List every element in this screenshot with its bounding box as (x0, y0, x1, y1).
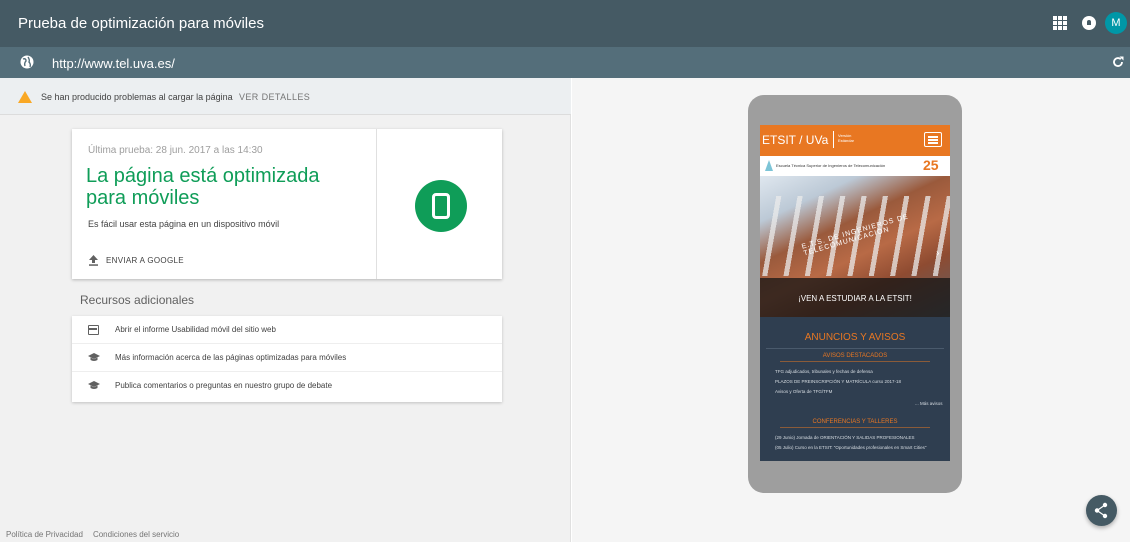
list-item-label: Más información acerca de las páginas op… (115, 353, 347, 362)
news-title: ANUNCIOS Y AVISOS (804, 332, 906, 343)
globe-icon (20, 55, 34, 69)
url-text[interactable]: http://www.tel.uva.es/ (52, 56, 175, 71)
avatar[interactable]: M (1105, 12, 1127, 34)
url-bar: http://www.tel.uva.es/ (0, 47, 1130, 78)
reload-icon[interactable] (1111, 55, 1125, 69)
apps-grid-icon[interactable] (1053, 16, 1067, 30)
events-title: CONFERENCIAS Y TALLERES (812, 419, 898, 425)
share-button[interactable] (1086, 495, 1117, 526)
result-card: Última prueba: 28 jun. 2017 a las 14:30 … (72, 129, 502, 279)
list-item[interactable]: Publica comentarios o preguntas en nuest… (72, 372, 502, 400)
chevron-right-icon[interactable]: › (936, 248, 939, 259)
event-item[interactable]: (05 Julio) Curso en la ETSIT: "Oportunid… (775, 445, 945, 451)
result-subtext: Es fácil usar esta página en un disposit… (88, 219, 280, 229)
site-brand: ETSIT / UVa (762, 133, 829, 147)
results-panel: Se han producido problemas al cargar la … (0, 78, 571, 542)
list-item[interactable]: Abrir el informe Usabilidad móvil del si… (72, 316, 502, 344)
school-icon (88, 381, 100, 389)
terms-link[interactable]: Condiciones del servicio (93, 530, 179, 539)
last-test-date: Última prueba: 28 jun. 2017 a las 14:30 (88, 145, 263, 156)
send-to-google-label: ENVIAR A GOOGLE (106, 255, 184, 265)
more-notices-link[interactable]: ... Más avisos (915, 401, 943, 406)
upload-icon (89, 254, 98, 266)
report-icon (88, 325, 99, 335)
site-menu-icon[interactable] (924, 132, 942, 147)
warning-text: Se han producido problemas al cargar la … (41, 92, 233, 102)
phone-preview-frame: ETSIT / UVa Versión Estándar Escuela Téc… (748, 95, 962, 493)
send-to-google-button[interactable]: ENVIAR A GOOGLE (88, 253, 184, 267)
featured-title: AVISOS DESTACADOS (822, 353, 888, 359)
resources-list: Abrir el informe Usabilidad móvil del si… (72, 316, 502, 402)
events-divider (780, 427, 930, 428)
event-item[interactable]: (29 Junio) Jornada de ORIENTACIÓN Y SALI… (775, 435, 945, 441)
school-logo-icon (765, 160, 773, 171)
notifications-icon[interactable] (1082, 16, 1096, 30)
app-header: Prueba de optimización para móviles M (0, 0, 1130, 47)
app-title: Prueba de optimización para móviles (18, 15, 264, 32)
result-heading: La página está optimizada para móviles (86, 165, 320, 209)
list-item[interactable]: Más información acerca de las páginas op… (72, 344, 502, 372)
featured-item[interactable]: PLAZOS DE PREINSCRIPCIÓN Y MATRÍCULA cur… (775, 379, 945, 385)
anniversary-badge: 25 (923, 157, 939, 173)
school-icon (88, 353, 100, 361)
featured-divider (780, 361, 930, 362)
featured-item[interactable]: Avisos y Oferta de TFG/TFM (775, 389, 945, 395)
warning-banner: Se han producido problemas al cargar la … (0, 78, 571, 115)
warning-icon (18, 91, 32, 103)
hero-image: E.T.S. DE INGENIEROS DE TELECOMUNICACIÓN… (760, 176, 950, 317)
preview-panel: ETSIT / UVa Versión Estándar Escuela Téc… (572, 78, 1130, 542)
site-version-tag: Versión Estándar (838, 133, 855, 143)
mobile-friendly-phone-icon (415, 180, 467, 232)
site-header: ETSIT / UVa Versión Estándar (760, 125, 950, 156)
phone-screen[interactable]: ETSIT / UVa Versión Estándar Escuela Téc… (760, 125, 950, 461)
view-details-link[interactable]: VER DETALLES (239, 92, 310, 102)
hero-caption: ¡VEN A ESTUDIAR A LA ETSIT! (798, 294, 912, 303)
privacy-link[interactable]: Política de Privacidad (6, 530, 83, 539)
list-item-label: Abrir el informe Usabilidad móvil del si… (115, 325, 276, 334)
school-banner: Escuela Técnica Superior de Ingenieros d… (760, 156, 950, 176)
share-icon (1094, 502, 1108, 519)
footer-links: Política de Privacidad Condiciones del s… (6, 530, 179, 539)
card-divider (376, 129, 377, 279)
school-name: Escuela Técnica Superior de Ingenieros d… (776, 163, 886, 168)
list-item-label: Publica comentarios o preguntas en nuest… (115, 381, 333, 390)
resources-title: Recursos adicionales (80, 293, 195, 307)
site-brand-separator (833, 131, 834, 148)
news-divider (766, 348, 944, 349)
featured-item[interactable]: TFG adjudicados, tribunales y fechas de … (775, 369, 945, 375)
